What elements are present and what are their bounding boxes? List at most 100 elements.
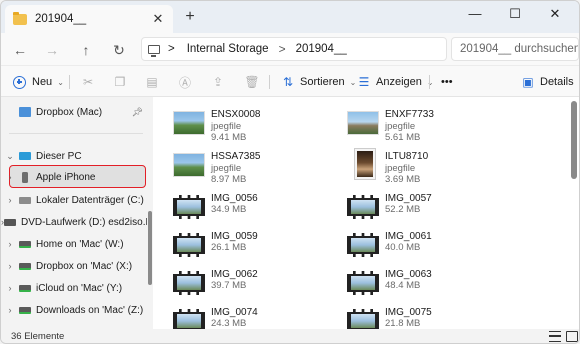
address-separator[interactable]: >: [168, 43, 175, 55]
sort-button[interactable]: ⇅ Sortieren ⌄: [281, 72, 356, 92]
file-size: 3.69 MB: [385, 174, 421, 185]
sidebar-scrollbar[interactable]: [148, 211, 152, 285]
file-size: 9.41 MB: [211, 132, 247, 143]
view-label: Anzeigen: [376, 76, 422, 88]
file-size: 8.97 MB: [211, 174, 247, 185]
expand-chevron-icon[interactable]: ›: [1, 261, 19, 271]
file-name: IMG_0075: [385, 307, 432, 318]
tiles-view-icon[interactable]: [566, 331, 578, 342]
tab-close-icon[interactable]: ✕: [149, 11, 167, 27]
sidebar-item-apple-iphone[interactable]: › Apple iPhone: [1, 166, 147, 188]
file-explorer-window: 201904__ ✕ + — ☐ ✕ ← → ↑ ↻ > Internal St…: [0, 0, 580, 344]
file-name: IMG_0063: [385, 269, 432, 280]
sidebar-divider: [9, 133, 143, 134]
video-thumbnail: [347, 233, 379, 257]
file-type: jpegfile: [211, 163, 242, 174]
navigation-pane: Dropbox (Mac) 📌︎ ⌄ Dieser PC › Apple iPh…: [1, 97, 147, 329]
new-button[interactable]: Neu ⌄: [13, 72, 64, 92]
sidebar-item-label: Dropbox (Mac): [36, 106, 103, 118]
command-bar: Neu ⌄ ✂ ❐ ▤ Ⓐ ⇪ 🗑︎ ⇅ Sortieren ⌄ ☰ Anzei…: [1, 65, 579, 97]
file-size: 21.8 MB: [385, 318, 421, 329]
delete-button[interactable]: 🗑︎: [244, 72, 264, 92]
sidebar-item-label: Dieser PC: [36, 150, 82, 162]
folder-tab[interactable]: 201904__ ✕: [5, 5, 173, 33]
share-button[interactable]: ⇪: [211, 72, 230, 92]
file-name: HSSA7385: [211, 151, 261, 162]
file-name: IMG_0057: [385, 193, 432, 204]
title-bar: 201904__ ✕ + — ☐ ✕: [1, 1, 579, 33]
breadcrumb-201904[interactable]: 201904__: [296, 43, 347, 55]
search-input[interactable]: 201904__ durchsuchen: [451, 37, 579, 61]
file-item[interactable]: HSSA7385 jpegfile 8.97 MB: [153, 147, 323, 191]
dvd-drive-icon: [4, 218, 16, 226]
add-icon: [13, 75, 26, 89]
status-bar: 36 Elemente: [1, 329, 579, 343]
copy-icon: ❐: [114, 75, 126, 89]
sidebar-item-label: Lokaler Datenträger (C:): [36, 194, 144, 206]
details-button[interactable]: ▣ Details: [521, 72, 573, 92]
expand-chevron-icon[interactable]: ›: [1, 195, 19, 205]
content-scrollbar[interactable]: [571, 101, 577, 179]
details-pane-icon: ▣: [522, 75, 534, 89]
network-drive-icon: [19, 240, 31, 248]
breadcrumb-internal-storage[interactable]: Internal Storage: [187, 43, 269, 55]
sidebar-item-dropbox-x[interactable]: › Dropbox on 'Mac' (X:): [1, 255, 147, 277]
expand-chevron-icon[interactable]: ›: [1, 305, 19, 315]
folder-icon: [13, 11, 27, 25]
collapse-chevron-icon[interactable]: ⌄: [1, 151, 19, 162]
refresh-button[interactable]: ↻: [108, 39, 130, 61]
new-label: Neu: [32, 76, 53, 88]
file-name: IMG_0061: [385, 231, 432, 242]
file-size: 52.2 MB: [385, 204, 421, 215]
close-button[interactable]: ✕: [535, 5, 575, 25]
file-size: 39.7 MB: [211, 280, 247, 291]
expand-chevron-icon[interactable]: ›: [1, 283, 19, 293]
sidebar-item-home-w[interactable]: › Home on 'Mac' (W:): [1, 233, 147, 255]
rename-button[interactable]: Ⓐ: [178, 72, 197, 92]
expand-chevron-icon[interactable]: ›: [1, 239, 19, 249]
share-icon: ⇪: [212, 75, 224, 89]
forward-button[interactable]: →: [41, 39, 63, 61]
chevron-down-icon: ⌄: [426, 77, 434, 87]
clipboard-icon: ▤: [146, 75, 158, 89]
file-name: ENXF7733: [385, 109, 434, 120]
expand-chevron-icon[interactable]: ›: [1, 172, 19, 182]
sidebar-item-downloads-z[interactable]: › Downloads on 'Mac' (Z:): [1, 299, 147, 321]
back-button[interactable]: ←: [9, 39, 31, 61]
sidebar-item-icloud-y[interactable]: › iCloud on 'Mac' (Y:): [1, 277, 147, 299]
file-size: 34.9 MB: [211, 204, 247, 215]
video-thumbnail: [173, 195, 205, 219]
file-type: jpegfile: [385, 121, 416, 132]
view-icon: ☰: [358, 75, 370, 89]
image-thumbnail: [173, 153, 205, 177]
file-item[interactable]: ENXF7733 jpegfile 5.61 MB: [327, 105, 497, 149]
cut-button[interactable]: ✂: [81, 72, 100, 92]
address-bar[interactable]: > Internal Storage > 201904__: [141, 37, 447, 61]
rename-icon: Ⓐ: [178, 75, 191, 90]
paste-button[interactable]: ▤: [145, 72, 164, 92]
file-item[interactable]: ILTU8710 jpegfile 3.69 MB: [327, 147, 497, 191]
sidebar-item-label: DVD-Laufwerk (D:) esd2iso.D: [21, 216, 147, 228]
sidebar-item-dropbox-mac[interactable]: Dropbox (Mac) 📌︎: [1, 101, 147, 123]
file-item[interactable]: ENSX0008 jpegfile 9.41 MB: [153, 105, 323, 149]
new-tab-button[interactable]: +: [181, 9, 199, 27]
sidebar-item-dvd-drive-d[interactable]: › DVD-Laufwerk (D:) esd2iso.D: [1, 211, 147, 233]
sidebar-item-dieser-pc[interactable]: ⌄ Dieser PC: [1, 145, 147, 167]
address-separator[interactable]: >: [279, 42, 286, 56]
view-button[interactable]: ☰ Anzeigen ⌄: [357, 72, 434, 92]
image-thumbnail: [355, 149, 375, 179]
network-drive-icon: [19, 284, 31, 292]
up-button[interactable]: ↑: [75, 39, 97, 61]
video-thumbnail: [173, 233, 205, 257]
network-drive-icon: [19, 306, 31, 314]
video-thumbnail: [173, 271, 205, 295]
minimize-button[interactable]: —: [455, 5, 495, 25]
file-name: IMG_0074: [211, 307, 258, 318]
tab-title: 201904__: [35, 13, 87, 25]
maximize-button[interactable]: ☐: [495, 5, 535, 25]
file-name: ILTU8710: [385, 151, 429, 162]
copy-button[interactable]: ❐: [113, 72, 132, 92]
sidebar-item-local-disk-c[interactable]: › Lokaler Datenträger (C:): [1, 189, 147, 211]
details-view-icon[interactable]: [549, 331, 561, 342]
more-options-button[interactable]: •••: [441, 72, 453, 92]
